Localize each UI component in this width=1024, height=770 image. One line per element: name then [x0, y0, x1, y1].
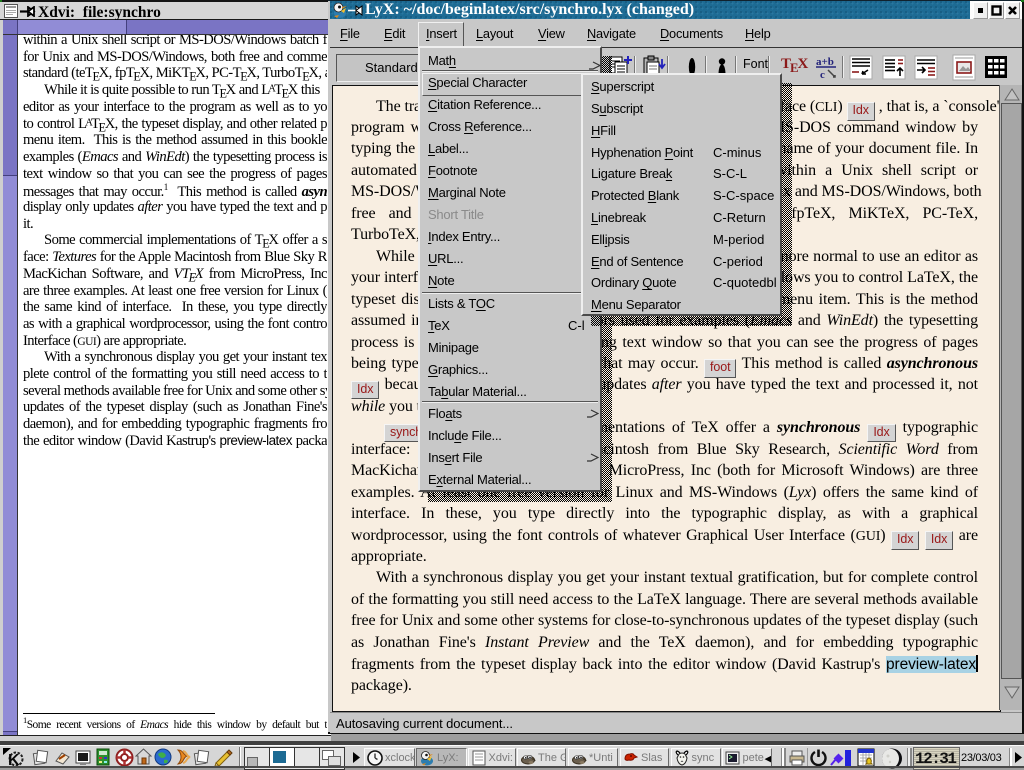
svg-text:a+b: a+b [816, 56, 834, 68]
svg-text:c: c [820, 69, 825, 81]
